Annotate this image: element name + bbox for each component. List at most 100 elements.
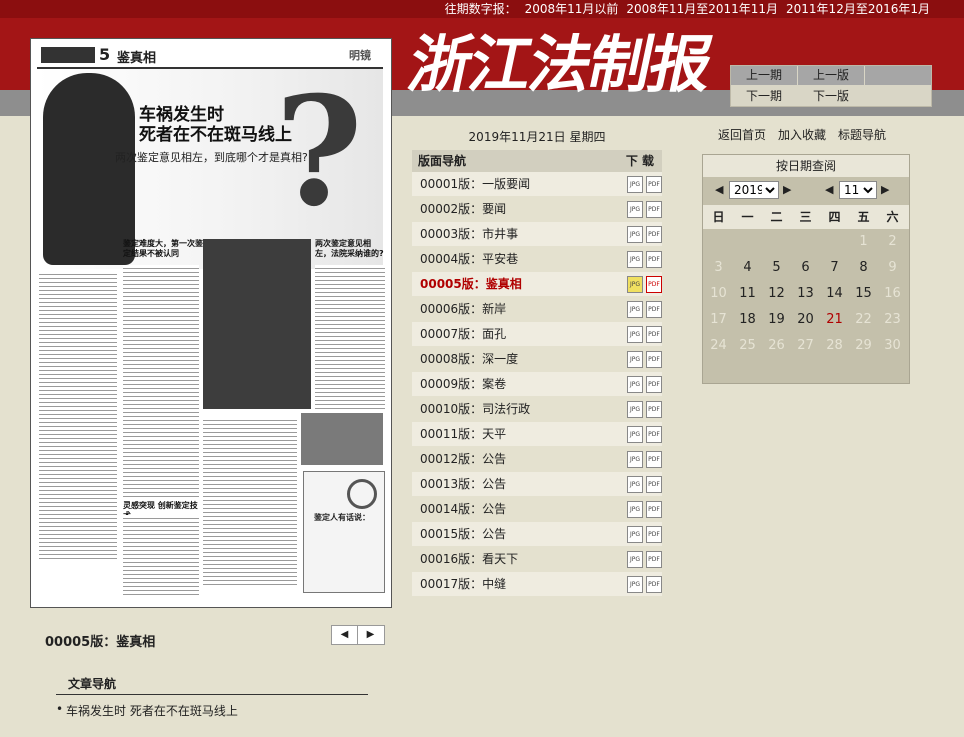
calendar-day[interactable]: 19 [762, 307, 791, 333]
month-select-wrap: 11 [839, 181, 877, 199]
favorite-link[interactable]: 加入收藏 [778, 128, 826, 142]
page-nav-link[interactable]: 00008版：深一度 [420, 347, 518, 371]
calendar-day[interactable]: 6 [791, 255, 820, 281]
jpg-download-icon[interactable]: JPG [627, 576, 643, 593]
jpg-download-icon[interactable]: JPG [627, 226, 643, 243]
month-select[interactable]: 11 [839, 181, 877, 199]
pdf-download-icon[interactable]: PDF [646, 426, 662, 443]
pdf-download-icon[interactable]: PDF [646, 576, 662, 593]
article-nav: 文章导航 [56, 674, 368, 695]
title-nav-link[interactable]: 标题导航 [838, 128, 886, 142]
year-select[interactable]: 2019 [729, 181, 779, 199]
next-page-button[interactable]: 下一版 [798, 87, 864, 106]
pdf-download-icon[interactable]: PDF [646, 451, 662, 468]
home-link[interactable]: 返回首页 [718, 128, 766, 142]
prev-month-arrow-icon[interactable]: ◀ [825, 183, 833, 196]
calendar-day[interactable]: 8 [849, 255, 878, 281]
page-nav-link[interactable]: 00013版：公告 [420, 472, 506, 496]
calendar-day[interactable]: 5 [762, 255, 791, 281]
calendar-day[interactable]: 21 [820, 307, 849, 333]
jpg-download-icon[interactable]: JPG [627, 401, 643, 418]
page-nav-link[interactable]: 00017版：中缝 [420, 572, 506, 596]
calendar-day[interactable]: 15 [849, 281, 878, 307]
pdf-download-icon[interactable]: PDF [646, 176, 662, 193]
page-nav-link[interactable]: 00011版：天平 [420, 422, 506, 446]
jpg-download-icon[interactable]: JPG [627, 501, 643, 518]
page-nav-link[interactable]: 00002版：要闻 [420, 197, 506, 221]
prev-year-arrow-icon[interactable]: ◀ [715, 183, 723, 196]
jpg-download-icon[interactable]: JPG [627, 551, 643, 568]
jpg-download-icon[interactable]: JPG [627, 351, 643, 368]
calendar-day[interactable]: 14 [820, 281, 849, 307]
page-nav-link[interactable]: 00001版：一版要闻 [420, 172, 530, 196]
calendar-day[interactable]: 20 [791, 307, 820, 333]
pager-next-icon[interactable]: ▶ [358, 626, 383, 644]
pdf-download-icon[interactable]: PDF [646, 326, 662, 343]
archive-link[interactable]: 2011年12月至2016年1月 [786, 2, 930, 16]
jpg-download-icon[interactable]: JPG [627, 251, 643, 268]
page-nav-link[interactable]: 00015版：公告 [420, 522, 506, 546]
pdf-download-icon[interactable]: PDF [646, 376, 662, 393]
calendar-day: 3 [714, 260, 723, 275]
jpg-download-icon[interactable]: JPG [627, 526, 643, 543]
pdf-download-icon[interactable]: PDF [646, 401, 662, 418]
calendar-day[interactable]: 13 [791, 281, 820, 307]
jpg-download-icon[interactable]: JPG [627, 201, 643, 218]
archive-link[interactable]: 2008年11月以前 [525, 2, 619, 16]
pager-prev-icon[interactable]: ◀ [332, 626, 358, 644]
page-nav-row: 00006版：新岸 JPG PDF [412, 297, 662, 322]
page-nav-link[interactable]: 00012版：公告 [420, 447, 506, 471]
prev-issue-button[interactable]: 上一期 [731, 66, 797, 85]
archive-link[interactable]: 2008年11月至2011年11月 [626, 2, 778, 16]
calendar-day[interactable]: 7 [820, 255, 849, 281]
pdf-download-icon[interactable]: PDF [646, 276, 662, 293]
pdf-download-icon[interactable]: PDF [646, 226, 662, 243]
page-nav-link[interactable]: 00004版：平安巷 [420, 247, 518, 271]
article-link[interactable]: 车祸发生时 死者在不在斑马线上 [56, 702, 238, 719]
archive-label: 往期数字报： [444, 2, 517, 16]
pdf-download-icon[interactable]: PDF [646, 201, 662, 218]
pdf-download-icon[interactable]: PDF [646, 526, 662, 543]
jpg-download-icon[interactable]: JPG [627, 326, 643, 343]
page-nav-link[interactable]: 00003版：市井事 [420, 222, 518, 246]
pdf-download-icon[interactable]: PDF [646, 301, 662, 318]
page-nav-row: 00003版：市井事 JPG PDF [412, 222, 662, 247]
newspaper-page-image[interactable]: 5 鉴真相 明镜 ? 车祸发生时 死者在不在斑马线上 两次鉴定意见相左，到底哪个才… [30, 38, 392, 608]
section-heading: 两次鉴定意见相左，法院采纳谁的? [315, 239, 384, 258]
calendar-day[interactable]: 11 [733, 281, 762, 307]
next-month-arrow-icon[interactable]: ▶ [881, 183, 889, 196]
page-nav-row: 00010版：司法行政 JPG PDF [412, 397, 662, 422]
page-nav-link[interactable]: 00010版：司法行政 [420, 397, 530, 421]
jpg-download-icon[interactable]: JPG [627, 376, 643, 393]
calendar-day[interactable]: 18 [733, 307, 762, 333]
calendar-day[interactable]: 4 [733, 255, 762, 281]
newspaper-headline[interactable]: 车祸发生时 死者在不在斑马线上 [139, 105, 292, 145]
prev-page-button[interactable]: 上一版 [798, 66, 864, 85]
page-nav-link[interactable]: 00016版：看天下 [420, 547, 518, 571]
calendar-day: 25 [739, 338, 756, 353]
pdf-download-icon[interactable]: PDF [646, 351, 662, 368]
jpg-download-icon[interactable]: JPG [627, 176, 643, 193]
page-nav-link[interactable]: 00006版：新岸 [420, 297, 506, 321]
next-issue-button[interactable]: 下一期 [731, 87, 797, 106]
pdf-download-icon[interactable]: PDF [646, 476, 662, 493]
download-title: 下 载 [625, 154, 654, 168]
jpg-download-icon[interactable]: JPG [627, 276, 643, 293]
pdf-download-icon[interactable]: PDF [646, 551, 662, 568]
page-nav-link[interactable]: 00007版：面孔 [420, 322, 506, 346]
page-nav-link[interactable]: 00009版：案卷 [420, 372, 506, 396]
jpg-download-icon[interactable]: JPG [627, 476, 643, 493]
pdf-download-icon[interactable]: PDF [646, 251, 662, 268]
text-column [315, 265, 385, 411]
pdf-download-icon[interactable]: PDF [646, 501, 662, 518]
jpg-download-icon[interactable]: JPG [627, 451, 643, 468]
page-nav-row: 00001版：一版要闻 JPG PDF [412, 172, 662, 197]
next-year-arrow-icon[interactable]: ▶ [783, 183, 791, 196]
page-nav-link[interactable]: 00014版：公告 [420, 497, 506, 521]
calendar-day[interactable]: 12 [762, 281, 791, 307]
issue-date: 2019年11月21日 星期四 [468, 130, 606, 144]
weekday-label: 三 [799, 210, 812, 224]
jpg-download-icon[interactable]: JPG [627, 301, 643, 318]
jpg-download-icon[interactable]: JPG [627, 426, 643, 443]
page-nav-link[interactable]: 00005版：鉴真相 [420, 272, 522, 296]
